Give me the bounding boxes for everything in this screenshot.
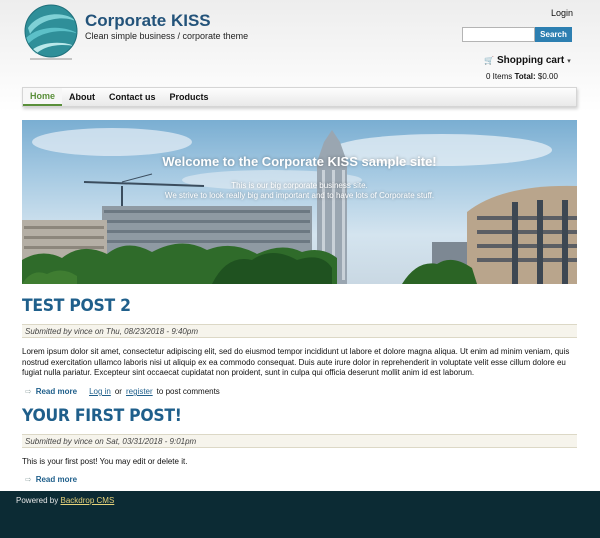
post-submitted-info: Submitted by vince on Sat, 03/31/2018 - … <box>22 434 577 448</box>
post-links: ⇨ Read more <box>25 475 77 484</box>
post-title[interactable]: TEST POST 2 <box>22 296 131 316</box>
hero-banner: Welcome to the Corporate KISS sample sit… <box>22 120 577 284</box>
read-more-link[interactable]: Read more <box>36 387 77 396</box>
login-link[interactable]: Login <box>551 8 573 18</box>
main-navigation: Home About Contact us Products <box>22 87 577 107</box>
arrow-right-icon: ⇨ <box>25 475 32 484</box>
chevron-down-icon[interactable]: ▾ <box>567 57 571 65</box>
search-input[interactable] <box>462 27 535 42</box>
post-body: This is your first post! You may edit or… <box>22 457 188 466</box>
post-comments-text: to post comments <box>156 387 220 396</box>
cart-summary: 0 Items Total: $0.00 <box>486 72 558 81</box>
cart-icon: 🛒 <box>484 56 494 65</box>
hero-text-line-1: This is our big corporate business site. <box>231 181 368 190</box>
powered-by-text: Powered by <box>16 496 59 505</box>
site-logo[interactable] <box>22 4 80 62</box>
cart-total-value: $0.00 <box>537 72 558 81</box>
backdrop-cms-link[interactable]: Backdrop CMS <box>60 496 114 505</box>
cart-title-label: Shopping cart <box>496 55 565 66</box>
cart-total-label: Total: <box>514 72 536 81</box>
search-button[interactable]: Search <box>535 27 572 42</box>
shopping-cart-title[interactable]: 🛒 Shopping cart ▾ <box>484 55 571 66</box>
cart-items-count: 0 Items <box>486 72 513 81</box>
footer-credit: Powered by Backdrop CMS <box>16 496 114 505</box>
register-link[interactable]: register <box>126 387 153 396</box>
nav-item-about[interactable]: About <box>62 88 102 106</box>
site-footer: Powered by Backdrop CMS <box>0 491 600 538</box>
hero-cityscape-image <box>22 128 577 284</box>
hero-text-line-2: We strive to look really big and importa… <box>164 191 435 200</box>
nav-item-products[interactable]: Products <box>163 88 216 106</box>
site-slogan: Clean simple business / corporate theme <box>85 31 249 41</box>
nav-item-home[interactable]: Home <box>23 88 63 106</box>
post-title[interactable]: YOUR FIRST POST! <box>22 406 182 426</box>
arrow-right-icon: ⇨ <box>25 387 32 396</box>
read-more-link[interactable]: Read more <box>36 475 77 484</box>
nav-item-contact-us[interactable]: Contact us <box>102 88 163 106</box>
login-to-comment-link[interactable]: Log in <box>89 387 111 396</box>
post-body: Lorem ipsum dolor sit amet, consectetur … <box>22 347 570 377</box>
hero-title: Welcome to the Corporate KISS sample sit… <box>162 154 437 169</box>
post-submitted-info: Submitted by vince on Thu, 08/23/2018 - … <box>22 324 577 338</box>
post-links: ⇨ Read more Log in or register to post c… <box>25 387 220 396</box>
or-text: or <box>114 387 122 396</box>
site-name[interactable]: Corporate KISS <box>85 11 211 31</box>
